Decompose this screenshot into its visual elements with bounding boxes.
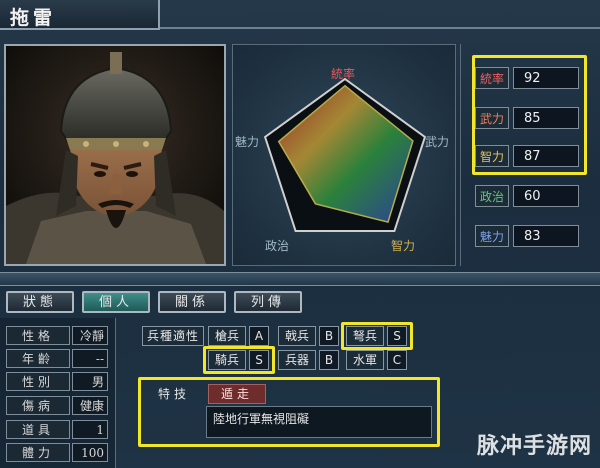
info-row-stamina: 體力 100 [6,443,108,463]
personal-info-panel: 性格 冷靜 年齡 -- 性別 男 傷病 健康 道具 1 體力 100 [0,318,116,468]
info-row-age: 年齡 -- [6,349,108,369]
info-value: 男 [72,372,108,391]
stat-row-charm: 魅力 83 [475,224,579,248]
info-label: 年齡 [6,349,70,368]
character-name: 拖雷 [10,7,57,29]
info-label: 道具 [6,420,70,439]
info-label: 體力 [6,443,70,462]
highlight-box-crossbow [341,322,413,350]
stat-value: 60 [513,185,579,207]
info-value: 1 [72,420,108,439]
stat-label: 政治 [475,185,509,207]
tab-personal[interactable]: 個人 [82,291,150,313]
top-divider [160,27,600,29]
info-row-gender: 性別 男 [6,372,108,392]
unit-siege-label: 兵器 [278,350,316,370]
stat-row-politics: 政治 60 [475,184,579,208]
unit-spear-grade: A [249,326,269,346]
stat-value: 83 [513,225,579,247]
info-label: 傷病 [6,396,70,415]
tab-relations[interactable]: 關係 [158,291,226,313]
info-label: 性別 [6,372,70,391]
highlight-box-skill [138,377,440,447]
character-portrait [4,44,226,266]
radar-label-intelligence: 智力 [391,239,416,253]
unit-halberd-label: 戟兵 [278,326,316,346]
middle-divider [0,272,600,286]
unit-siege-grade: B [319,350,339,370]
info-row-injury: 傷病 健康 [6,396,108,416]
info-row-personality: 性格 冷靜 [6,326,108,346]
stat-label: 魅力 [475,225,509,247]
unit-halberd-grade: B [319,326,339,346]
radar-label-war: 武力 [425,135,450,149]
info-value: 健康 [72,396,108,415]
info-label: 性格 [6,326,70,345]
unit-navy-label: 水軍 [346,350,384,370]
info-value: 100 [72,443,108,462]
site-watermark: 脉冲手游网 [476,434,592,459]
info-value: -- [72,349,108,368]
radar-label-charm: 魅力 [235,135,260,149]
highlight-box-cavalry [203,346,275,374]
tab-biography[interactable]: 列傳 [234,291,302,313]
highlight-box-stats [472,55,587,175]
info-row-items: 道具 1 [6,420,108,440]
aptitude-header: 兵種適性 [142,326,204,346]
radar-label-command: 統率 [331,67,356,81]
stats-radar-chart: 統率 武力 智力 政治 魅力 [232,44,456,266]
radar-label-politics: 政治 [265,239,290,253]
tab-status[interactable]: 狀態 [6,291,74,313]
portrait-image [6,46,224,264]
unit-navy-grade: C [387,350,407,370]
unit-spear-label: 槍兵 [208,326,246,346]
info-value: 冷靜 [72,326,108,345]
